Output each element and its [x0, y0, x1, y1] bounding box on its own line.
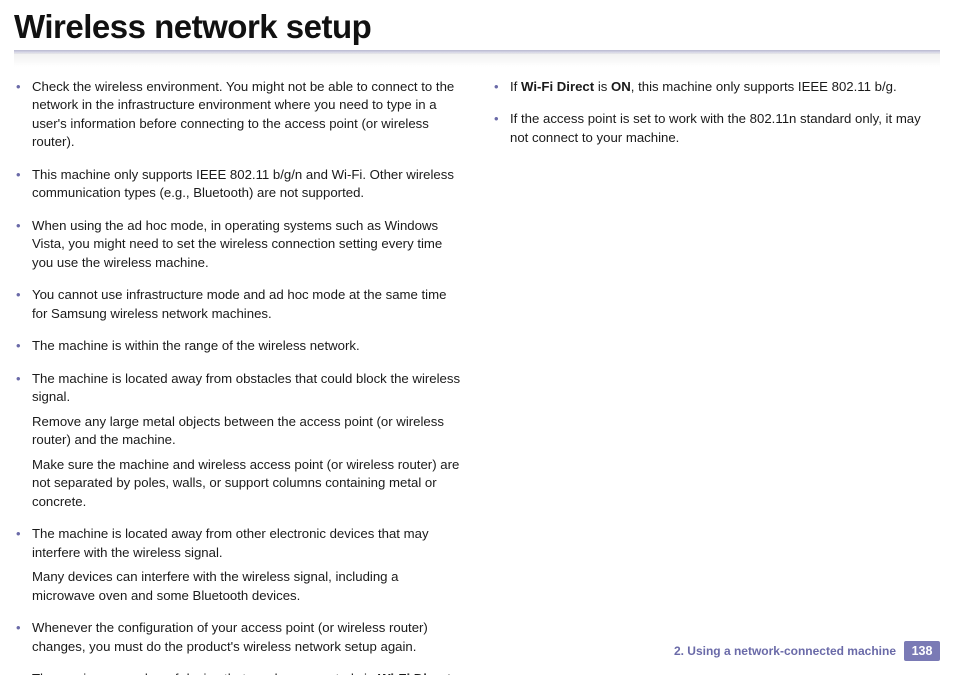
list-item: The machine is within the range of the w… — [14, 337, 462, 369]
sub-paragraph: Many devices can interfere with the wire… — [32, 562, 462, 605]
bullet-text-pre: If — [510, 79, 521, 94]
page-footer: 2. Using a network-connected machine 138 — [674, 641, 940, 661]
bullet-text: You cannot use infrastructure mode and a… — [32, 287, 446, 320]
title-area: Wireless network setup — [0, 0, 954, 50]
list-item: If the access point is set to work with … — [492, 110, 940, 161]
list-item: You cannot use infrastructure mode and a… — [14, 286, 462, 337]
list-item: The machine is located away from other e… — [14, 525, 462, 619]
bullet-text: When using the ad hoc mode, in operating… — [32, 218, 442, 270]
page-title: Wireless network setup — [14, 8, 954, 50]
page-number-badge: 138 — [904, 641, 940, 661]
sub-paragraph: Remove any large metal objects between t… — [32, 407, 462, 450]
list-item: This machine only supports IEEE 802.11 b… — [14, 166, 462, 217]
left-bullet-list: Check the wireless environment. You migh… — [14, 78, 462, 675]
bullet-text: This machine only supports IEEE 802.11 b… — [32, 167, 454, 200]
list-item: The maximum number of device that can be… — [14, 670, 462, 675]
bullet-text: If the access point is set to work with … — [510, 111, 921, 144]
right-bullet-list: If Wi-Fi Direct is ON, this machine only… — [492, 78, 940, 161]
list-item: If Wi-Fi Direct is ON, this machine only… — [492, 78, 940, 110]
right-column: If Wi-Fi Direct is ON, this machine only… — [492, 78, 940, 675]
list-item: The machine is located away from obstacl… — [14, 370, 462, 525]
bullet-text-bold: Wi-Fi Direct — [378, 671, 451, 675]
bullet-text: The machine is located away from other e… — [32, 526, 429, 559]
bullet-text-mid: is — [594, 79, 611, 94]
bullet-text: The machine is within the range of the w… — [32, 338, 360, 353]
list-item: Check the wireless environment. You migh… — [14, 78, 462, 166]
document-page: Wireless network setup Check the wireles… — [0, 0, 954, 675]
bullet-text-pre: The maximum number of device that can be… — [32, 671, 378, 675]
bullet-text-bold: ON — [611, 79, 631, 94]
content-columns: Check the wireless environment. You migh… — [0, 54, 954, 675]
bullet-text: Whenever the configuration of your acces… — [32, 620, 428, 653]
title-underline — [14, 50, 940, 54]
list-item: When using the ad hoc mode, in operating… — [14, 217, 462, 286]
list-item: Whenever the configuration of your acces… — [14, 619, 462, 670]
left-column: Check the wireless environment. You migh… — [14, 78, 462, 675]
bullet-text: The machine is located away from obstacl… — [32, 371, 460, 404]
sub-paragraph: Make sure the machine and wireless acces… — [32, 450, 462, 511]
bullet-text-bold: Wi-Fi Direct — [521, 79, 594, 94]
footer-chapter: 2. Using a network-connected machine — [674, 644, 896, 658]
bullet-text-post: , this machine only supports IEEE 802.11… — [631, 79, 897, 94]
bullet-text: Check the wireless environment. You migh… — [32, 79, 454, 149]
